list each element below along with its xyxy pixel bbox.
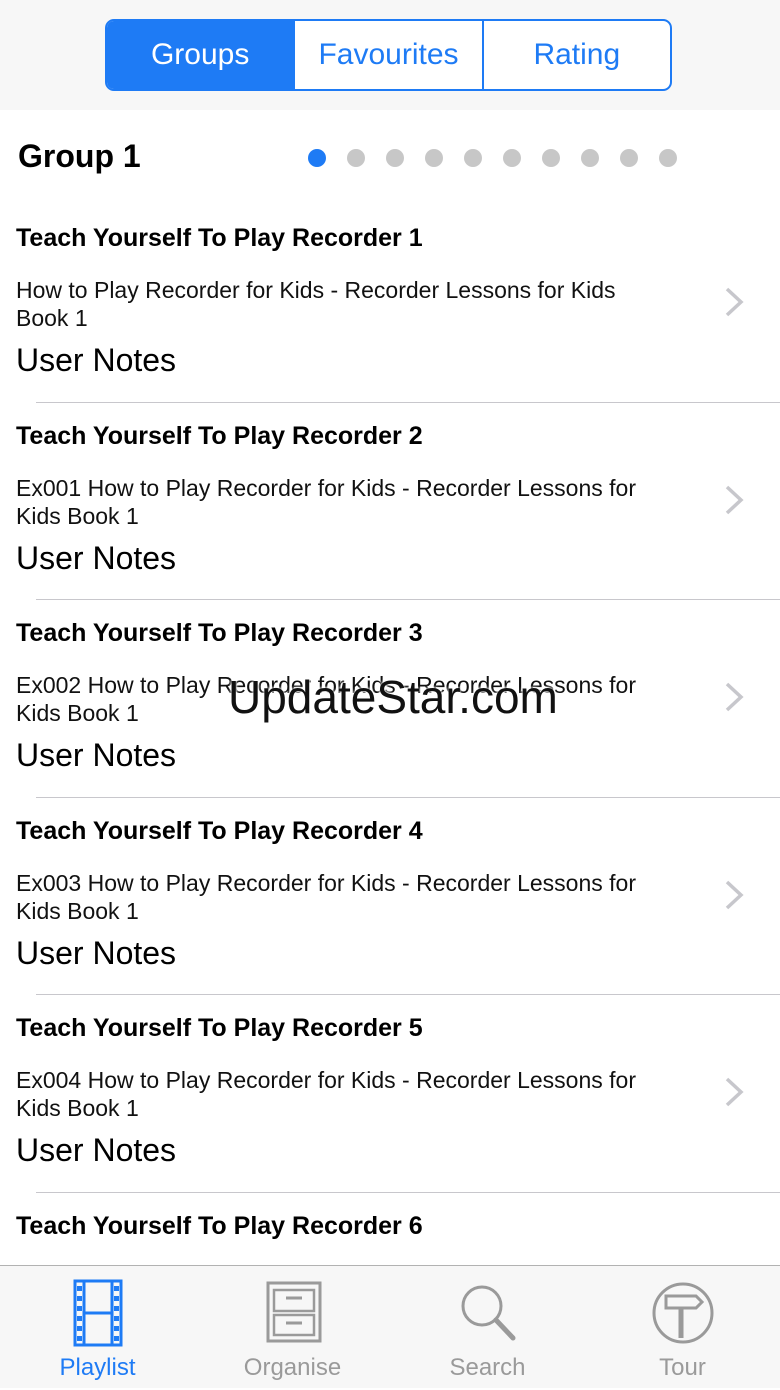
user-notes-label[interactable]: User Notes <box>16 737 176 774</box>
page-dot <box>659 149 677 167</box>
top-bar: Groups Favourites Rating <box>0 0 780 110</box>
user-notes-label[interactable]: User Notes <box>16 935 176 972</box>
page-dot <box>464 149 482 167</box>
group-header: Group 1 <box>0 110 780 205</box>
tab-bar: Playlist Organise Search Tour <box>0 1265 780 1388</box>
tab-label: Search <box>449 1354 525 1382</box>
tab-playlist[interactable]: Playlist <box>0 1266 195 1388</box>
chevron-right-icon <box>722 1075 746 1109</box>
watermark: UpdateStar.com <box>228 670 558 724</box>
item-subtitle: How to Play Recorder for Kids - Recorder… <box>16 276 666 332</box>
item-subtitle: Ex001 How to Play Recorder for Kids - Re… <box>16 474 666 530</box>
page-dot <box>386 149 404 167</box>
playlist-list: Teach Yourself To Play Recorder 1 How to… <box>0 205 780 1390</box>
chevron-right-icon <box>722 285 746 319</box>
page-dot <box>581 149 599 167</box>
chevron-right-icon <box>722 878 746 912</box>
page-dot <box>425 149 443 167</box>
chevron-right-icon <box>722 483 746 517</box>
signpost-icon <box>648 1278 718 1348</box>
segmented-control: Groups Favourites Rating <box>105 19 672 91</box>
search-icon <box>453 1278 523 1348</box>
user-notes-label[interactable]: User Notes <box>16 540 176 577</box>
user-notes-label[interactable]: User Notes <box>16 1132 176 1169</box>
group-title: Group 1 <box>18 138 141 175</box>
tab-label: Tour <box>659 1354 706 1382</box>
chevron-right-icon <box>722 680 746 714</box>
list-item[interactable]: Teach Yourself To Play Recorder 2 Ex001 … <box>0 403 780 601</box>
tab-tour[interactable]: Tour <box>585 1266 780 1388</box>
page-indicator[interactable] <box>308 149 677 167</box>
list-item[interactable]: Teach Yourself To Play Recorder 5 Ex004 … <box>0 995 780 1193</box>
tab-organise[interactable]: Organise <box>195 1266 390 1388</box>
page-dot <box>620 149 638 167</box>
cabinet-icon <box>258 1278 328 1348</box>
item-title: Teach Yourself To Play Recorder 6 <box>16 1212 423 1241</box>
user-notes-label[interactable]: User Notes <box>16 342 176 379</box>
segment-rating[interactable]: Rating <box>482 21 670 89</box>
tab-label: Organise <box>244 1354 341 1382</box>
segment-favourites[interactable]: Favourites <box>293 21 481 89</box>
item-subtitle: Ex003 How to Play Recorder for Kids - Re… <box>16 869 666 925</box>
page-dot <box>308 149 326 167</box>
film-strip-icon <box>63 1278 133 1348</box>
item-title: Teach Yourself To Play Recorder 3 <box>16 619 423 648</box>
item-title: Teach Yourself To Play Recorder 1 <box>16 224 423 253</box>
page-dot <box>347 149 365 167</box>
list-item[interactable]: Teach Yourself To Play Recorder 1 How to… <box>0 205 780 403</box>
item-title: Teach Yourself To Play Recorder 5 <box>16 1014 423 1043</box>
page-dot <box>503 149 521 167</box>
item-title: Teach Yourself To Play Recorder 4 <box>16 817 423 846</box>
tab-search[interactable]: Search <box>390 1266 585 1388</box>
page-dot <box>542 149 560 167</box>
list-item[interactable]: Teach Yourself To Play Recorder 4 Ex003 … <box>0 798 780 996</box>
item-title: Teach Yourself To Play Recorder 2 <box>16 422 423 451</box>
tab-label: Playlist <box>59 1354 135 1382</box>
item-subtitle: Ex004 How to Play Recorder for Kids - Re… <box>16 1066 666 1122</box>
segment-groups[interactable]: Groups <box>107 21 293 89</box>
